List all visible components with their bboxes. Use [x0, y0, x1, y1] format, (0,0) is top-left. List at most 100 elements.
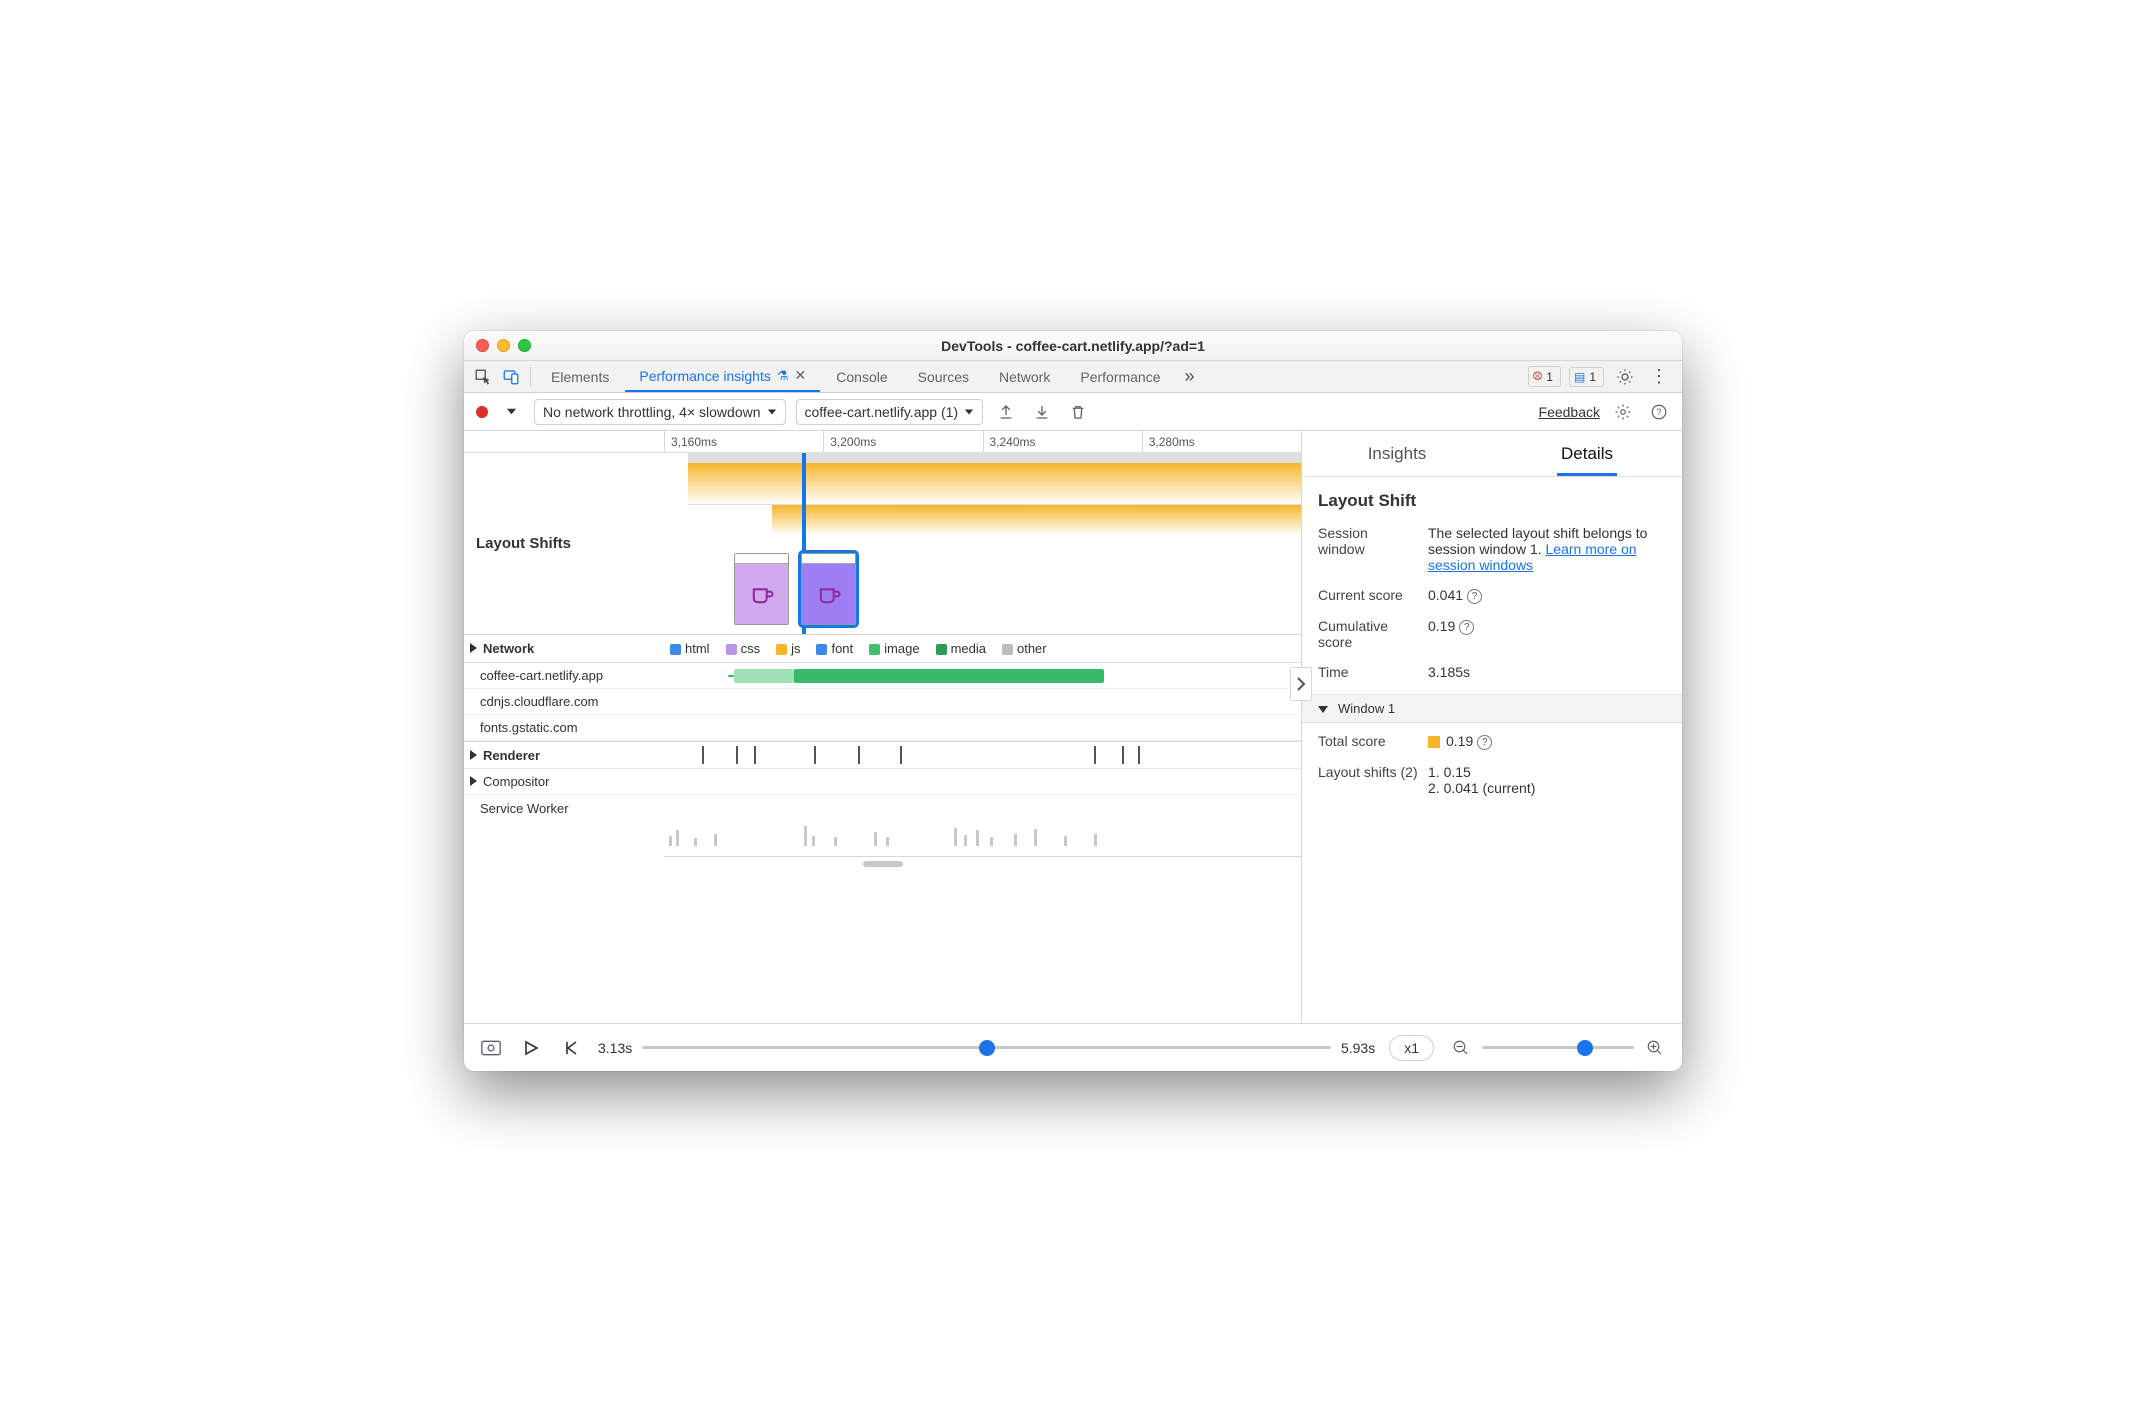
help-icon[interactable]: ? — [1477, 735, 1492, 750]
ruler-tick: 3,200ms — [823, 431, 982, 452]
layout-shift-thumbnail[interactable] — [734, 553, 789, 625]
tabs-overflow-button[interactable]: » — [1177, 364, 1203, 390]
time-value: 3.185s — [1428, 664, 1666, 680]
total-score-value: 0.19? — [1428, 733, 1666, 750]
host-label: coffee-cart.netlify.app — [464, 668, 664, 683]
tab-sources[interactable]: Sources — [904, 362, 983, 392]
help-icon[interactable]: ? — [1459, 620, 1474, 635]
current-score-value: 0.041? — [1428, 587, 1666, 604]
details-heading: Layout Shift — [1318, 491, 1666, 511]
export-icon[interactable] — [993, 399, 1019, 425]
time-ruler: 3,160ms 3,200ms 3,240ms 3,280ms — [464, 431, 1301, 453]
settings-icon[interactable] — [1612, 364, 1638, 390]
zoom-slider[interactable] — [1482, 1046, 1634, 1049]
tab-performance-insights[interactable]: Performance insights⚗✕ — [625, 362, 820, 392]
layout-shift-item[interactable]: 1. 0.15 — [1428, 764, 1666, 780]
delete-icon[interactable] — [1065, 399, 1091, 425]
tab-console[interactable]: Console — [822, 362, 901, 392]
throttling-select[interactable]: No network throttling, 4× slowdown — [534, 399, 786, 425]
side-panel: Insights Details Layout Shift Session wi… — [1302, 431, 1682, 1023]
network-label: Network — [483, 641, 534, 656]
host-label: fonts.gstatic.com — [464, 720, 664, 735]
chevron-down-icon — [1318, 701, 1332, 716]
network-host-row: coffee-cart.netlify.app — [464, 663, 1301, 689]
tab-elements[interactable]: Elements — [537, 362, 623, 392]
record-options-button[interactable] — [498, 399, 524, 425]
horizontal-scrollbar[interactable] — [464, 857, 1301, 871]
errors-indicator[interactable]: ⮾1 — [1528, 366, 1561, 387]
message-icon: ▤ — [1574, 370, 1585, 384]
help-icon[interactable]: ? — [1467, 589, 1482, 604]
network-header: Network html css js font image media oth… — [464, 635, 1301, 663]
cumulative-score-label: Cumulative score — [1318, 618, 1418, 650]
renderer-label: Renderer — [483, 748, 540, 763]
score-swatch — [1428, 736, 1440, 748]
toggle-side-panel-button[interactable] — [1290, 667, 1312, 701]
capture-select[interactable]: coffee-cart.netlify.app (1) — [796, 399, 984, 425]
ruler-tick: 3,240ms — [983, 431, 1142, 452]
zoom-out-icon[interactable] — [1448, 1035, 1474, 1061]
close-tab-icon[interactable]: ✕ — [795, 367, 807, 384]
tab-details[interactable]: Details — [1492, 431, 1682, 476]
devtools-window: DevTools - coffee-cart.netlify.app/?ad=1… — [464, 331, 1682, 1071]
inspect-icon[interactable] — [470, 364, 496, 390]
ruler-tick: 3,160ms — [664, 431, 823, 452]
cup-icon — [735, 564, 788, 624]
messages-indicator[interactable]: ▤1 — [1569, 367, 1604, 387]
titlebar: DevTools - coffee-cart.netlify.app/?ad=1 — [464, 331, 1682, 361]
toolbar: No network throttling, 4× slowdown coffe… — [464, 393, 1682, 431]
layout-shift-thumbnail-selected[interactable] — [801, 553, 856, 625]
service-worker-row: Service Worker — [464, 795, 1301, 821]
screenshot-icon[interactable] — [478, 1035, 504, 1061]
menu-icon[interactable]: ⋮ — [1646, 364, 1672, 390]
session-window-label: Session window — [1318, 525, 1418, 557]
network-legend: html css js font image media other — [664, 641, 1301, 656]
session-window-value: The selected layout shift belongs to ses… — [1428, 525, 1666, 573]
time-range-slider[interactable] — [642, 1046, 1331, 1049]
bottom-bar: 3.13s 5.93s x1 — [464, 1023, 1682, 1071]
current-score-label: Current score — [1318, 587, 1418, 603]
device-toggle-icon[interactable] — [498, 364, 524, 390]
tab-performance[interactable]: Performance — [1066, 362, 1174, 392]
range-start: 3.13s — [598, 1040, 632, 1056]
host-label: cdnjs.cloudflare.com — [464, 694, 664, 709]
playback-speed[interactable]: x1 — [1389, 1035, 1434, 1061]
time-label: Time — [1318, 664, 1418, 680]
cls-window-bar-2 — [772, 505, 1301, 535]
play-icon[interactable] — [518, 1035, 544, 1061]
flask-icon: ⚗ — [777, 368, 789, 384]
window-title: DevTools - coffee-cart.netlify.app/?ad=1 — [464, 331, 1682, 361]
main: 3,160ms 3,200ms 3,240ms 3,280ms Layout S… — [464, 431, 1682, 1023]
renderer-header: Renderer — [464, 741, 1301, 769]
network-host-row: cdnjs.cloudflare.com — [464, 689, 1301, 715]
timeline-pane: 3,160ms 3,200ms 3,240ms 3,280ms Layout S… — [464, 431, 1302, 1023]
chevron-right-icon[interactable] — [470, 748, 479, 763]
record-button[interactable] — [476, 406, 488, 418]
import-icon[interactable] — [1029, 399, 1055, 425]
layout-shift-item[interactable]: 2. 0.041 (current) — [1428, 780, 1666, 796]
zoom-in-icon[interactable] — [1642, 1035, 1668, 1061]
chevron-right-icon[interactable] — [470, 774, 479, 789]
panel-settings-icon[interactable] — [1610, 399, 1636, 425]
renderer-track — [664, 742, 1301, 768]
help-icon[interactable]: ? — [1646, 399, 1672, 425]
layout-shifts-label: Layout Shifts — [464, 453, 664, 634]
window-section-header[interactable]: Window 1 — [1302, 694, 1682, 723]
skip-back-icon[interactable] — [558, 1035, 584, 1061]
tab-network[interactable]: Network — [985, 362, 1064, 392]
tab-insights[interactable]: Insights — [1302, 431, 1492, 476]
compositor-label: Compositor — [483, 774, 549, 789]
feedback-link[interactable]: Feedback — [1539, 404, 1600, 420]
chevron-right-icon[interactable] — [470, 641, 479, 656]
service-worker-label: Service Worker — [464, 801, 664, 816]
compositor-row: Compositor — [464, 769, 1301, 795]
cls-window-bar — [688, 453, 1301, 505]
total-score-label: Total score — [1318, 733, 1418, 749]
layout-shifts-list: 1. 0.15 2. 0.041 (current) — [1428, 764, 1666, 796]
waveform-track — [664, 821, 1301, 857]
ruler-tick: 3,280ms — [1142, 431, 1301, 452]
error-icon: ⮾ — [1533, 369, 1543, 384]
range-end: 5.93s — [1341, 1040, 1375, 1056]
network-host-row: fonts.gstatic.com — [464, 715, 1301, 741]
tabstrip: Elements Performance insights⚗✕ Console … — [464, 361, 1682, 393]
